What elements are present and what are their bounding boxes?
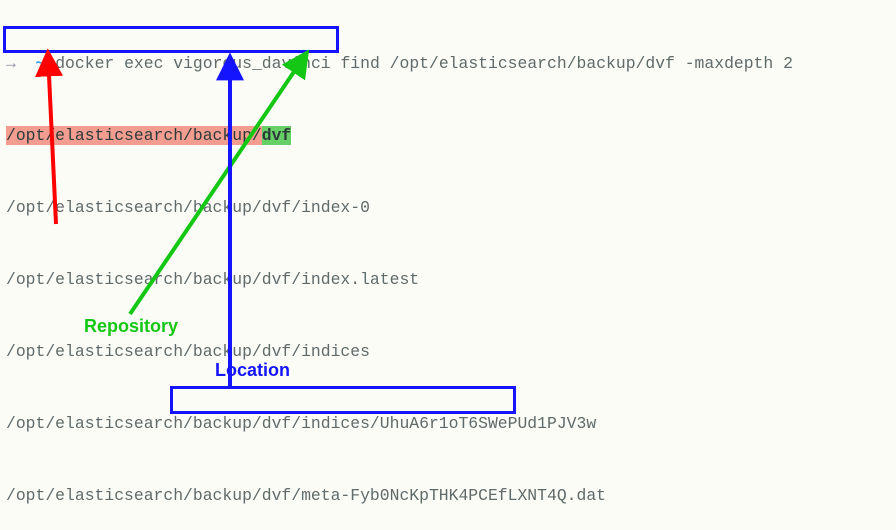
prompt-arrow: → [6, 54, 16, 73]
find-output-3: /opt/elasticsearch/backup/dvf/indices [6, 340, 890, 364]
find-output-1: /opt/elasticsearch/backup/dvf/index-0 [6, 196, 890, 220]
find-output-0: /opt/elasticsearch/backup/dvf [6, 124, 890, 148]
find-output-5: /opt/elasticsearch/backup/dvf/meta-Fyb0N… [6, 484, 890, 508]
cmd-line-find: → ~ docker exec vigorous_davinci find /o… [6, 52, 890, 76]
highlight-repo-name: dvf [262, 126, 292, 145]
prompt-tilde: ~ [36, 54, 46, 73]
find-output-4: /opt/elasticsearch/backup/dvf/indices/Uh… [6, 412, 890, 436]
find-command-text: docker exec vigorous_davinci find /opt/e… [55, 54, 793, 73]
highlight-base-path: /opt/elasticsearch/backup/ [6, 126, 262, 145]
find-output-2: /opt/elasticsearch/backup/dvf/index.late… [6, 268, 890, 292]
terminal-output: → ~ docker exec vigorous_davinci find /o… [0, 0, 896, 530]
